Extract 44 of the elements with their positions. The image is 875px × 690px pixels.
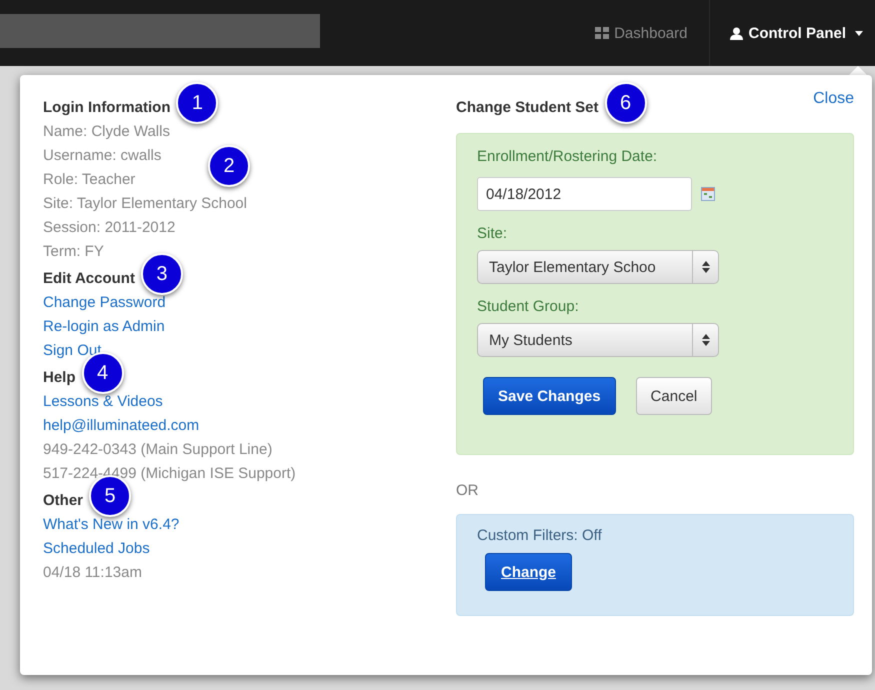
nav-link[interactable]: Control Panel	[709, 0, 875, 66]
callout-badge: 2	[208, 145, 250, 187]
section-heading: Edit Account	[43, 270, 135, 286]
field-label: Enrollment/Rostering Date:	[477, 148, 658, 165]
select-arrows-icon	[702, 334, 710, 346]
select-arrows-icon	[702, 261, 710, 273]
menu-link[interactable]: Re-login as Admin	[43, 318, 165, 334]
nav-link[interactable]: Dashboard	[573, 0, 710, 66]
field-label: Student Group:	[477, 298, 579, 315]
callout-badge: 3	[140, 253, 183, 295]
search-field[interactable]	[0, 14, 320, 48]
close-link[interactable]: Close	[813, 90, 854, 108]
menu-link[interactable]: What's New in v6.4?	[43, 516, 180, 532]
calendar-icon[interactable]	[701, 187, 715, 201]
cancel-button[interactable]: Cancel	[636, 377, 712, 415]
info-text: Role: Teacher	[43, 170, 136, 188]
info-text: Username: cwalls	[43, 146, 162, 164]
section-heading: Login Information	[43, 98, 170, 116]
save-button[interactable]: Save Changes	[483, 377, 616, 415]
field-label: Site:	[477, 225, 508, 242]
user-icon	[730, 26, 744, 40]
group-select[interactable]: My Students	[477, 323, 719, 357]
section-heading: Help	[43, 368, 76, 386]
filters-status: Custom Filters: Off	[477, 527, 602, 544]
caret-icon	[855, 30, 863, 36]
info-text: 04/18 11:13am	[43, 564, 142, 580]
info-text: Session: 2011-2012	[43, 218, 176, 236]
callout-badge: 6	[604, 82, 647, 124]
grid-icon	[595, 27, 610, 39]
menu-link[interactable]: Change Password	[43, 294, 166, 310]
change-button[interactable]: Change	[485, 553, 572, 591]
callout-badge: 1	[176, 82, 218, 124]
info-text: Term: FY	[43, 242, 104, 260]
menu-link[interactable]: Scheduled Jobs	[43, 540, 150, 556]
info-text: 949-242-0343 (Main Support Line)	[43, 440, 272, 458]
or-text: OR	[456, 482, 480, 499]
section-heading: Other	[43, 492, 84, 508]
section-heading: Change Student Set	[456, 98, 599, 116]
menu-link[interactable]: Lessons & Videos	[43, 392, 163, 410]
info-text: Name: Clyde Walls	[43, 122, 170, 140]
menu-link[interactable]: help@illuminateed.com	[43, 416, 200, 434]
site-select[interactable]: Taylor Elementary Schoo	[477, 250, 719, 284]
date-field[interactable]: 04/18/2012	[477, 177, 692, 211]
info-text: Site: Taylor Elementary School	[43, 194, 247, 212]
